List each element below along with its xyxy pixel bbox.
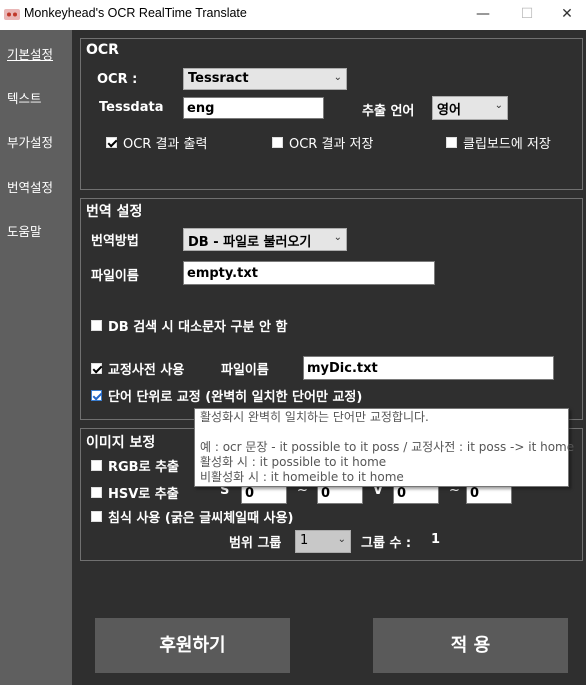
hsv-extract-checkbox[interactable]: HSV로 추출 (91, 483, 179, 502)
tooltip-line: 활성화시 완벽히 일치하는 단어만 교정합니다. (200, 410, 429, 424)
word-correction-checkbox[interactable]: 단어 단위로 교정 (완벽히 일치한 단어만 교정) (91, 386, 362, 405)
checkbox-icon (91, 487, 102, 498)
checkbox-checked-icon (91, 390, 102, 401)
checkbox-checked-icon (106, 137, 117, 148)
minimize-icon: — (476, 6, 490, 22)
checkbox-icon (446, 137, 457, 148)
sidebar-item-help[interactable]: 도움말 (7, 221, 42, 240)
sidebar-item-translate[interactable]: 번역설정 (7, 177, 53, 196)
erosion-checkbox[interactable]: 침식 사용 (굵은 글씨체일때 사용) (91, 507, 293, 526)
tooltip-line: 활성화 시 : it possible to it home (200, 455, 387, 469)
group-count-label: 그룹 수 : (361, 536, 412, 551)
chevron-down-icon: ⌄ (333, 72, 342, 83)
tooltip-line: 비활성화 시 : it homeible to it home (200, 470, 404, 484)
extract-language-value: 영어 (437, 103, 461, 118)
close-button[interactable]: ✕ (544, 0, 586, 30)
translate-method-label: 번역방법 (91, 234, 139, 249)
clipboard-save-checkbox[interactable]: 클립보드에 저장 (446, 133, 551, 152)
extract-language-select[interactable]: 영어 ⌄ (432, 96, 508, 120)
rgb-extract-checkbox[interactable]: RGB로 추출 (91, 456, 179, 475)
checkbox-icon (91, 511, 102, 522)
tessdata-input[interactable] (183, 97, 324, 119)
chevron-down-icon: ⌄ (494, 100, 503, 111)
tessdata-label: Tessdata (99, 100, 164, 115)
chevron-down-icon: ⌄ (337, 534, 346, 545)
checkbox-icon (91, 460, 102, 471)
title-bar: Monkeyhead's OCR RealTime Translate — ☐ … (0, 0, 586, 30)
checkbox-icon (272, 137, 283, 148)
ocr-group-title: OCR (86, 42, 119, 58)
close-icon: ✕ (561, 6, 573, 22)
apply-button[interactable]: 적 용 (373, 618, 568, 673)
ocr-engine-label: OCR : (97, 72, 138, 87)
translate-method-value: DB - 파일로 불러오기 (188, 235, 312, 250)
range-group-label: 범위 그룹 (229, 536, 282, 551)
erosion-label: 침식 사용 (굵은 글씨체일때 사용) (108, 511, 294, 526)
rgb-extract-label: RGB로 추출 (108, 460, 179, 475)
minimize-button[interactable]: — (460, 0, 506, 30)
use-dictionary-checkbox[interactable]: 교정사전 사용 (91, 359, 184, 378)
extract-language-label: 추출 언어 (362, 104, 415, 119)
filename-input[interactable] (183, 261, 435, 285)
hsv-extract-label: HSV로 추출 (108, 487, 179, 502)
ocr-engine-select[interactable]: Tessract ⌄ (183, 68, 347, 90)
translate-group-title: 번역 설정 (86, 204, 143, 220)
ocr-engine-value: Tessract (188, 71, 249, 86)
window-title: Monkeyhead's OCR RealTime Translate (24, 6, 247, 20)
tooltip-line: 예 : ocr 문장 - it possible to it poss / 교정… (200, 440, 575, 454)
filename-label: 파일이름 (91, 269, 139, 284)
word-correction-tooltip: 활성화시 완벽히 일치하는 단어만 교정합니다. 예 : ocr 문장 - it… (194, 408, 575, 487)
monkey-app-icon (4, 9, 20, 20)
tooltip-line (200, 425, 563, 440)
case-insensitive-checkbox[interactable]: DB 검색 시 대소문자 구분 안 함 (91, 316, 287, 335)
group-count-value: 1 (431, 532, 441, 547)
save-ocr-result-label: OCR 결과 저장 (289, 137, 374, 152)
clipboard-save-label: 클립보드에 저장 (463, 137, 551, 152)
sidebar-item-extra[interactable]: 부가설정 (7, 132, 53, 151)
use-dictionary-label: 교정사전 사용 (108, 363, 185, 378)
maximize-icon: ☐ (520, 6, 534, 22)
sidebar-item-basic[interactable]: 기본설정 (7, 44, 53, 63)
checkbox-icon (91, 320, 102, 331)
range-group-select[interactable]: 1 ⌄ (295, 530, 351, 553)
sidebar-item-text[interactable]: 텍스트 (7, 88, 42, 107)
sidebar: 기본설정 텍스트 부가설정 번역설정 도움말 (0, 30, 72, 685)
save-ocr-result-checkbox[interactable]: OCR 결과 저장 (272, 133, 373, 152)
translate-method-select[interactable]: DB - 파일로 불러오기 ⌄ (183, 228, 347, 251)
print-ocr-result-label: OCR 결과 출력 (123, 137, 208, 152)
image-correction-title: 이미지 보정 (86, 435, 156, 451)
checkbox-checked-icon (91, 363, 102, 374)
donate-button[interactable]: 후원하기 (95, 618, 290, 673)
range-group-value: 1 (300, 533, 309, 548)
dictionary-filename-label: 파일이름 (221, 363, 269, 378)
chevron-down-icon: ⌄ (333, 232, 342, 243)
case-insensitive-label: DB 검색 시 대소문자 구분 안 함 (108, 320, 288, 335)
dictionary-filename-input[interactable] (303, 356, 554, 380)
print-ocr-result-checkbox[interactable]: OCR 결과 출력 (106, 133, 207, 152)
word-correction-label: 단어 단위로 교정 (완벽히 일치한 단어만 교정) (108, 390, 363, 405)
